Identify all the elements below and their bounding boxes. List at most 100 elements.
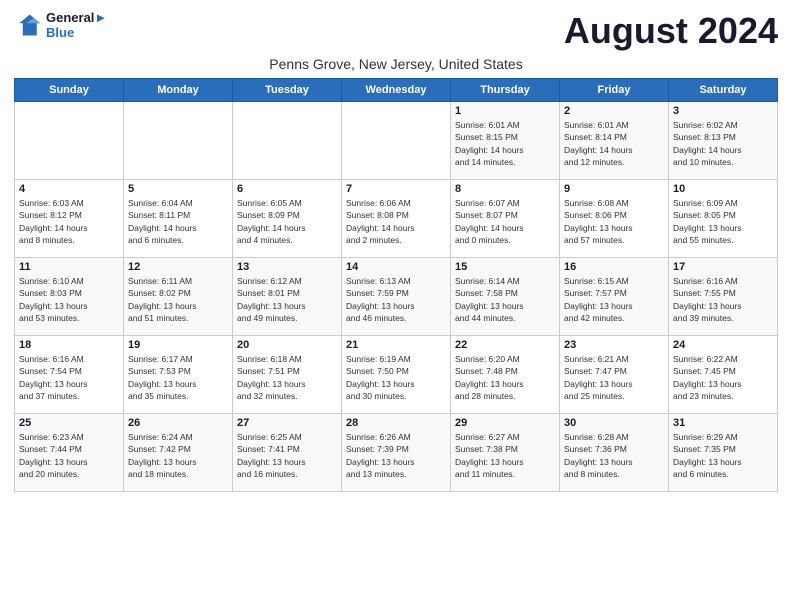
days-header-row: SundayMondayTuesdayWednesdayThursdayFrid… bbox=[15, 79, 778, 102]
calendar-cell: 10 Sunrise: 6:09 AM Sunset: 8:05 PM Dayli… bbox=[669, 180, 778, 258]
day-number: 23 bbox=[564, 339, 664, 351]
day-number: 14 bbox=[346, 261, 446, 273]
week-row-2: 4Sunrise: 6:03 AM Sunset: 8:12 PM Daylig… bbox=[15, 180, 778, 258]
day-number: 7 bbox=[346, 183, 446, 195]
calendar-cell: 27 Sunrise: 6:25 AM Sunset: 7:41 PM Dayli… bbox=[233, 414, 342, 492]
day-info: Sunrise: 6:09 AM Sunset: 8:05 PM Dayligh… bbox=[673, 197, 773, 246]
day-number: 2 bbox=[564, 105, 664, 117]
day-info: Sunrise: 6:18 AM Sunset: 7:51 PM Dayligh… bbox=[237, 353, 337, 402]
location: Penns Grove, New Jersey, United States bbox=[14, 56, 778, 72]
day-info: Sunrise: 6:04 AM Sunset: 8:11 PM Dayligh… bbox=[128, 197, 228, 246]
day-number: 19 bbox=[128, 339, 228, 351]
calendar-cell bbox=[233, 102, 342, 180]
day-header-thursday: Thursday bbox=[451, 79, 560, 102]
calendar-cell: 1Sunrise: 6:01 AM Sunset: 8:15 PM Daylig… bbox=[451, 102, 560, 180]
day-info: Sunrise: 6:23 AM Sunset: 7:44 PM Dayligh… bbox=[19, 431, 119, 480]
calendar-cell: 25 Sunrise: 6:23 AM Sunset: 7:44 PM Dayli… bbox=[15, 414, 124, 492]
calendar-cell: 15Sunrise: 6:14 AM Sunset: 7:58 PM Dayli… bbox=[451, 258, 560, 336]
day-number: 31 bbox=[673, 417, 773, 429]
calendar-cell: 21 Sunrise: 6:19 AM Sunset: 7:50 PM Dayli… bbox=[342, 336, 451, 414]
calendar-cell: 16 Sunrise: 6:15 AM Sunset: 7:57 PM Dayli… bbox=[560, 258, 669, 336]
day-number: 18 bbox=[19, 339, 119, 351]
day-info: Sunrise: 6:07 AM Sunset: 8:07 PM Dayligh… bbox=[455, 197, 555, 246]
calendar-cell: 17Sunrise: 6:16 AM Sunset: 7:55 PM Dayli… bbox=[669, 258, 778, 336]
day-header-sunday: Sunday bbox=[15, 79, 124, 102]
day-info: Sunrise: 6:27 AM Sunset: 7:38 PM Dayligh… bbox=[455, 431, 555, 480]
calendar-cell: 22 Sunrise: 6:20 AM Sunset: 7:48 PM Dayli… bbox=[451, 336, 560, 414]
day-number: 12 bbox=[128, 261, 228, 273]
day-info: Sunrise: 6:29 AM Sunset: 7:35 PM Dayligh… bbox=[673, 431, 773, 480]
calendar-cell bbox=[124, 102, 233, 180]
calendar-cell: 4Sunrise: 6:03 AM Sunset: 8:12 PM Daylig… bbox=[15, 180, 124, 258]
day-number: 16 bbox=[564, 261, 664, 273]
calendar-cell: 2 Sunrise: 6:01 AM Sunset: 8:14 PM Daylig… bbox=[560, 102, 669, 180]
day-number: 8 bbox=[455, 183, 555, 195]
day-number: 5 bbox=[128, 183, 228, 195]
day-number: 20 bbox=[237, 339, 337, 351]
day-number: 25 bbox=[19, 417, 119, 429]
day-number: 1 bbox=[455, 105, 555, 117]
calendar-cell: 23Sunrise: 6:21 AM Sunset: 7:47 PM Dayli… bbox=[560, 336, 669, 414]
day-info: Sunrise: 6:15 AM Sunset: 7:57 PM Dayligh… bbox=[564, 275, 664, 324]
calendar-cell: 29 Sunrise: 6:27 AM Sunset: 7:38 PM Dayli… bbox=[451, 414, 560, 492]
calendar-table: SundayMondayTuesdayWednesdayThursdayFrid… bbox=[14, 78, 778, 492]
day-number: 3 bbox=[673, 105, 773, 117]
day-info: Sunrise: 6:03 AM Sunset: 8:12 PM Dayligh… bbox=[19, 197, 119, 246]
day-number: 26 bbox=[128, 417, 228, 429]
calendar-cell: 7 Sunrise: 6:06 AM Sunset: 8:08 PM Daylig… bbox=[342, 180, 451, 258]
logo-icon bbox=[14, 11, 42, 39]
day-info: Sunrise: 6:01 AM Sunset: 8:14 PM Dayligh… bbox=[564, 119, 664, 168]
calendar-cell: 6 Sunrise: 6:05 AM Sunset: 8:09 PM Daylig… bbox=[233, 180, 342, 258]
day-number: 24 bbox=[673, 339, 773, 351]
calendar-cell: 18 Sunrise: 6:16 AM Sunset: 7:54 PM Dayli… bbox=[15, 336, 124, 414]
day-info: Sunrise: 6:24 AM Sunset: 7:42 PM Dayligh… bbox=[128, 431, 228, 480]
calendar-cell: 12 Sunrise: 6:11 AM Sunset: 8:02 PM Dayli… bbox=[124, 258, 233, 336]
day-info: Sunrise: 6:19 AM Sunset: 7:50 PM Dayligh… bbox=[346, 353, 446, 402]
day-number: 30 bbox=[564, 417, 664, 429]
day-info: Sunrise: 6:26 AM Sunset: 7:39 PM Dayligh… bbox=[346, 431, 446, 480]
week-row-4: 18 Sunrise: 6:16 AM Sunset: 7:54 PM Dayli… bbox=[15, 336, 778, 414]
day-header-wednesday: Wednesday bbox=[342, 79, 451, 102]
calendar-container: General► Blue August 2024 Penns Grove, N… bbox=[0, 0, 792, 498]
day-info: Sunrise: 6:10 AM Sunset: 8:03 PM Dayligh… bbox=[19, 275, 119, 324]
calendar-cell: 28 Sunrise: 6:26 AM Sunset: 7:39 PM Dayli… bbox=[342, 414, 451, 492]
calendar-cell: 19 Sunrise: 6:17 AM Sunset: 7:53 PM Dayli… bbox=[124, 336, 233, 414]
calendar-cell: 5 Sunrise: 6:04 AM Sunset: 8:11 PM Daylig… bbox=[124, 180, 233, 258]
calendar-cell: 30 Sunrise: 6:28 AM Sunset: 7:36 PM Dayli… bbox=[560, 414, 669, 492]
day-info: Sunrise: 6:28 AM Sunset: 7:36 PM Dayligh… bbox=[564, 431, 664, 480]
day-number: 28 bbox=[346, 417, 446, 429]
calendar-cell: 20 Sunrise: 6:18 AM Sunset: 7:51 PM Dayli… bbox=[233, 336, 342, 414]
day-info: Sunrise: 6:17 AM Sunset: 7:53 PM Dayligh… bbox=[128, 353, 228, 402]
day-info: Sunrise: 6:25 AM Sunset: 7:41 PM Dayligh… bbox=[237, 431, 337, 480]
day-number: 6 bbox=[237, 183, 337, 195]
calendar-cell: 31 Sunrise: 6:29 AM Sunset: 7:35 PM Dayli… bbox=[669, 414, 778, 492]
day-number: 13 bbox=[237, 261, 337, 273]
day-info: Sunrise: 6:16 AM Sunset: 7:54 PM Dayligh… bbox=[19, 353, 119, 402]
day-number: 21 bbox=[346, 339, 446, 351]
calendar-cell: 11Sunrise: 6:10 AM Sunset: 8:03 PM Dayli… bbox=[15, 258, 124, 336]
day-number: 10 bbox=[673, 183, 773, 195]
calendar-cell: 13 Sunrise: 6:12 AM Sunset: 8:01 PM Dayli… bbox=[233, 258, 342, 336]
calendar-cell: 8 Sunrise: 6:07 AM Sunset: 8:07 PM Daylig… bbox=[451, 180, 560, 258]
day-number: 15 bbox=[455, 261, 555, 273]
day-number: 27 bbox=[237, 417, 337, 429]
day-info: Sunrise: 6:12 AM Sunset: 8:01 PM Dayligh… bbox=[237, 275, 337, 324]
day-info: Sunrise: 6:05 AM Sunset: 8:09 PM Dayligh… bbox=[237, 197, 337, 246]
calendar-cell: 26 Sunrise: 6:24 AM Sunset: 7:42 PM Dayli… bbox=[124, 414, 233, 492]
day-number: 29 bbox=[455, 417, 555, 429]
day-number: 17 bbox=[673, 261, 773, 273]
day-number: 9 bbox=[564, 183, 664, 195]
week-row-1: 1Sunrise: 6:01 AM Sunset: 8:15 PM Daylig… bbox=[15, 102, 778, 180]
day-info: Sunrise: 6:11 AM Sunset: 8:02 PM Dayligh… bbox=[128, 275, 228, 324]
day-info: Sunrise: 6:20 AM Sunset: 7:48 PM Dayligh… bbox=[455, 353, 555, 402]
calendar-cell: 9Sunrise: 6:08 AM Sunset: 8:06 PM Daylig… bbox=[560, 180, 669, 258]
day-number: 22 bbox=[455, 339, 555, 351]
calendar-cell bbox=[342, 102, 451, 180]
day-info: Sunrise: 6:06 AM Sunset: 8:08 PM Dayligh… bbox=[346, 197, 446, 246]
day-header-tuesday: Tuesday bbox=[233, 79, 342, 102]
calendar-cell: 3Sunrise: 6:02 AM Sunset: 8:13 PM Daylig… bbox=[669, 102, 778, 180]
day-header-saturday: Saturday bbox=[669, 79, 778, 102]
day-info: Sunrise: 6:22 AM Sunset: 7:45 PM Dayligh… bbox=[673, 353, 773, 402]
day-header-friday: Friday bbox=[560, 79, 669, 102]
logo: General► Blue bbox=[14, 10, 107, 40]
